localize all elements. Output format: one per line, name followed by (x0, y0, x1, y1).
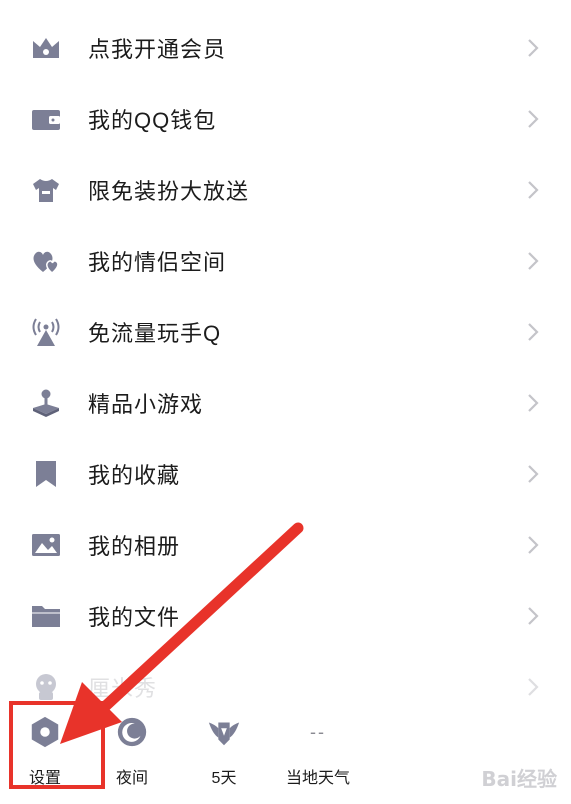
joystick-icon (26, 383, 66, 423)
highlight-box (9, 701, 105, 789)
menu-item-label: 我的收藏 (88, 463, 181, 488)
menu-item-vip[interactable]: 点我开通会员 (0, 18, 571, 78)
chevron-right-icon (528, 607, 539, 625)
menu-item-mini-games[interactable]: 精品小游戏 (0, 373, 571, 433)
menu-item-couple-space[interactable]: 我的情侣空间 (0, 231, 571, 291)
chevron-right-icon (528, 394, 539, 412)
chevron-right-icon (528, 465, 539, 483)
moon-icon (114, 714, 150, 750)
menu-item-dress-up[interactable]: 限免装扮大放送 (0, 160, 571, 220)
menu-item-label: 我的文件 (88, 605, 181, 630)
menu-item-label: 我的QQ钱包 (88, 108, 217, 133)
chevron-right-icon (528, 252, 539, 270)
menu-item-label: 我的相册 (88, 534, 181, 559)
crown-icon (26, 28, 66, 68)
night-label: 夜间 (115, 770, 148, 787)
chevron-right-icon (528, 536, 539, 554)
menu-item-album[interactable]: 我的相册 (0, 515, 571, 575)
days-label: 5天 (211, 770, 237, 787)
shirt-icon (26, 170, 66, 210)
bookmark-icon (26, 454, 66, 494)
menu-item-label: 免流量玩手Q (88, 321, 222, 346)
menu-item-label: 厘米秀 (88, 676, 158, 701)
watermark: Bai经验 (481, 767, 557, 791)
chevron-right-icon (528, 181, 539, 199)
menu-item-label: 我的情侣空间 (88, 250, 227, 275)
streak-days-button[interactable]: 5天 (184, 714, 264, 794)
chevron-right-icon (528, 110, 539, 128)
hearts-icon (26, 241, 66, 281)
weather-placeholder: -- (310, 721, 326, 742)
menu-item-label: 点我开通会员 (88, 37, 227, 62)
weather-label: 当地天气 (285, 770, 350, 787)
menu-item-wallet[interactable]: 我的QQ钱包 (0, 89, 571, 149)
menu-item-label: 精品小游戏 (88, 392, 204, 417)
winged-badge-icon (206, 714, 242, 750)
menu-item-files[interactable]: 我的文件 (0, 586, 571, 646)
local-weather-button[interactable]: -- 当地天气 (278, 714, 358, 794)
wallet-icon (26, 99, 66, 139)
chevron-right-icon (528, 39, 539, 57)
chevron-right-icon (528, 678, 539, 696)
chevron-right-icon (528, 323, 539, 341)
folder-icon (26, 596, 66, 636)
signal-tower-icon (26, 312, 66, 352)
menu-item-label: 限免装扮大放送 (88, 179, 250, 204)
menu-item-favorites[interactable]: 我的收藏 (0, 444, 571, 504)
menu-item-free-data[interactable]: 免流量玩手Q (0, 302, 571, 362)
photo-icon (26, 525, 66, 565)
